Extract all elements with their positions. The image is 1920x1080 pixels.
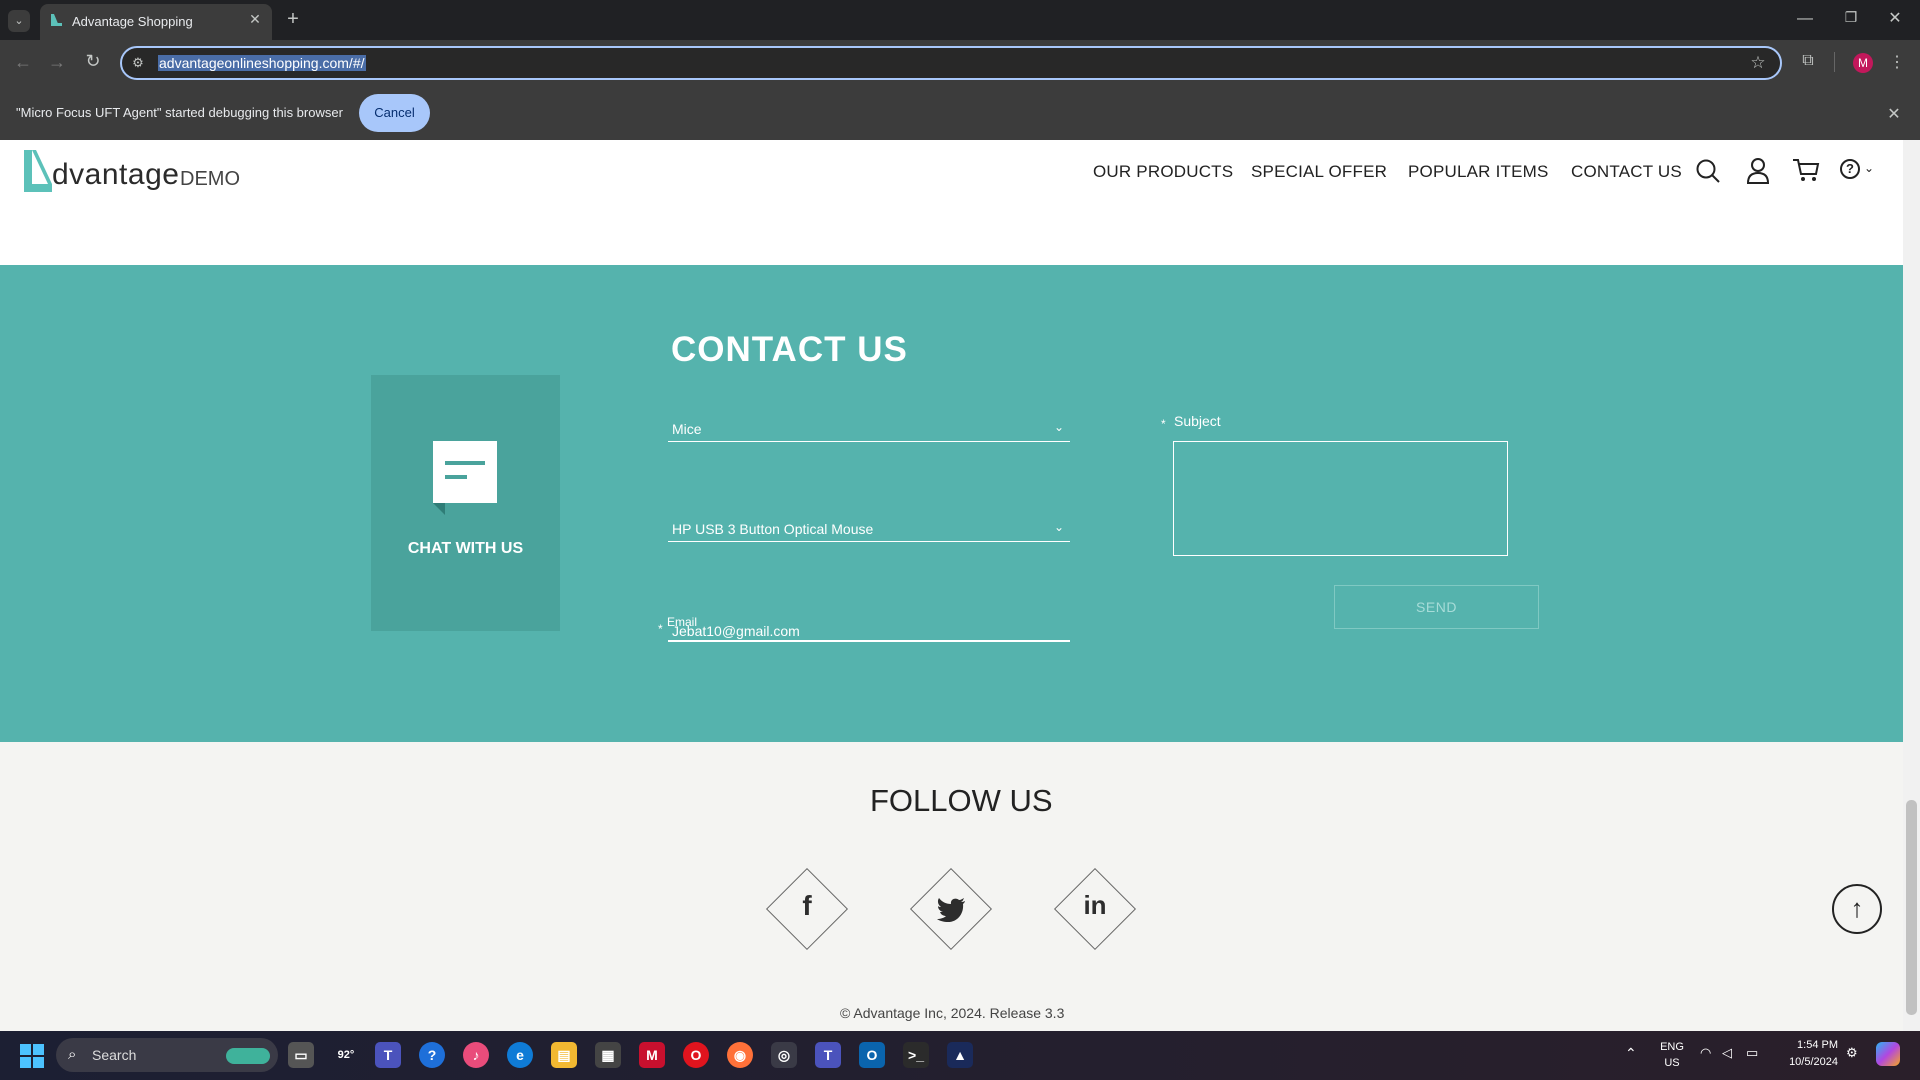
- chat-with-us-panel[interactable]: CHAT WITH US: [371, 375, 560, 631]
- search-icon[interactable]: [1695, 158, 1721, 189]
- task-view-icon[interactable]: ▭: [288, 1042, 314, 1068]
- clock-date[interactable]: 10/5/2024: [1772, 1056, 1838, 1068]
- chat-label: CHAT WITH US: [407, 540, 524, 557]
- store-icon[interactable]: ▦: [595, 1042, 621, 1068]
- chevron-down-icon: ⌄: [1054, 520, 1065, 534]
- nav-contact-us[interactable]: CONTACT US: [1571, 162, 1682, 182]
- forward-icon[interactable]: →: [46, 52, 68, 73]
- send-button[interactable]: SEND: [1334, 585, 1539, 629]
- help-chevron-down-icon[interactable]: ⌄: [1864, 161, 1874, 175]
- extensions-icon[interactable]: ⧉: [1798, 52, 1818, 70]
- bookmark-star-icon[interactable]: ☆: [1748, 53, 1768, 73]
- nav-popular-items[interactable]: POPULAR ITEMS: [1408, 162, 1549, 182]
- taskbar-search-box[interactable]: ⌕ Search: [56, 1038, 278, 1072]
- subject-label: Subject: [1174, 413, 1221, 429]
- category-select-value: Mice: [672, 421, 702, 437]
- web-page: dvantage DEMO OUR PRODUCTS SPECIAL OFFER…: [0, 140, 1903, 1031]
- contact-section: CONTACT US: [0, 265, 1903, 742]
- window-close-icon[interactable]: ✕: [1885, 8, 1905, 28]
- logo-icon[interactable]: [22, 148, 52, 194]
- site-info-icon[interactable]: ⚙: [130, 55, 146, 71]
- clock-time[interactable]: 1:54 PM: [1772, 1039, 1838, 1051]
- tab-search-icon[interactable]: ⌄: [8, 10, 30, 32]
- subject-textarea[interactable]: [1173, 441, 1508, 556]
- browser-menu-icon[interactable]: ⋮: [1888, 52, 1906, 72]
- battery-icon[interactable]: ▭: [1746, 1045, 1758, 1061]
- advantage-app-icon[interactable]: ▲: [947, 1042, 973, 1068]
- email-required-mark: *: [658, 622, 663, 636]
- chevron-down-icon: ⌄: [1054, 420, 1065, 434]
- nav-our-products[interactable]: OUR PRODUCTS: [1093, 162, 1233, 182]
- email-field-value[interactable]: Jebat10@gmail.com: [672, 623, 800, 639]
- profile-avatar[interactable]: M: [1853, 53, 1873, 73]
- search-icon: ⌕: [68, 1046, 77, 1063]
- follow-us-title: FOLLOW US: [870, 783, 1053, 818]
- browser-tab[interactable]: Advantage Shopping ✕: [40, 4, 272, 40]
- chrome-icon[interactable]: ◎: [771, 1042, 797, 1068]
- email-field[interactable]: Jebat10@gmail.com: [668, 618, 1070, 642]
- firefox-icon[interactable]: ◉: [727, 1042, 753, 1068]
- mcafee-icon[interactable]: M: [639, 1042, 665, 1068]
- facebook-icon: f: [802, 890, 812, 921]
- minimize-icon[interactable]: —: [1795, 10, 1815, 28]
- product-select-value: HP USB 3 Button Optical Mouse: [672, 521, 874, 537]
- outlook-icon[interactable]: O: [859, 1042, 885, 1068]
- back-icon[interactable]: ←: [12, 52, 34, 73]
- subject-required-mark: *: [1161, 417, 1166, 431]
- logo-text[interactable]: dvantage: [52, 158, 179, 192]
- scroll-to-top-button[interactable]: ↑: [1832, 884, 1882, 934]
- copilot-icon[interactable]: [1876, 1042, 1900, 1066]
- reload-icon[interactable]: ↻: [82, 51, 104, 72]
- windows-start-icon[interactable]: [20, 1044, 44, 1073]
- address-bar[interactable]: ⚙ advantageonlineshopping.com/#/ ☆: [120, 46, 1782, 80]
- notification-icon[interactable]: ⚙: [1846, 1045, 1858, 1061]
- opera-icon[interactable]: O: [683, 1042, 709, 1068]
- terminal-icon[interactable]: >_: [903, 1042, 929, 1068]
- scrollbar-thumb[interactable]: [1906, 800, 1917, 1015]
- twitter-icon: [936, 898, 966, 929]
- weather-temp: 92°: [337, 1049, 355, 1061]
- music-app-icon[interactable]: ♪: [463, 1042, 489, 1068]
- url-text[interactable]: advantageonlineshopping.com/#/: [158, 55, 366, 71]
- nav-special-offer[interactable]: SPECIAL OFFER: [1251, 162, 1387, 182]
- file-explorer-icon[interactable]: ▤: [551, 1042, 577, 1068]
- help-icon[interactable]: ?: [1840, 159, 1860, 179]
- linkedin-icon: in: [1083, 890, 1107, 920]
- restore-icon[interactable]: ❐: [1841, 9, 1861, 26]
- tab-close-icon[interactable]: ✕: [246, 11, 264, 28]
- infobar-cancel-button[interactable]: Cancel: [359, 94, 430, 132]
- weather-icon[interactable]: 92°: [333, 1042, 359, 1068]
- contact-title: CONTACT US: [671, 330, 908, 369]
- chat-bubble-icon: [431, 439, 499, 526]
- teams-new-icon[interactable]: T: [815, 1042, 841, 1068]
- copyright-text: © Advantage Inc, 2024. Release 3.3: [840, 1005, 1065, 1021]
- toolbar-divider: [1834, 52, 1835, 72]
- logo-demo-text: DEMO: [180, 168, 240, 190]
- infobar-message: "Micro Focus UFT Agent" started debuggin…: [16, 105, 343, 120]
- tray-chevron-up-icon[interactable]: ⌃: [1625, 1045, 1637, 1062]
- wifi-icon[interactable]: ◠: [1700, 1045, 1711, 1061]
- teams-icon[interactable]: T: [375, 1042, 401, 1068]
- help-app-icon[interactable]: ?: [419, 1042, 445, 1068]
- language-line2[interactable]: US: [1657, 1057, 1687, 1069]
- tab-title: Advantage Shopping: [72, 14, 193, 29]
- edge-icon[interactable]: e: [507, 1042, 533, 1068]
- search-highlight-icon: [226, 1048, 270, 1064]
- product-select[interactable]: HP USB 3 Button Optical Mouse ⌄: [668, 520, 1070, 542]
- new-tab-icon[interactable]: +: [282, 8, 304, 31]
- category-select[interactable]: Mice ⌄: [668, 420, 1070, 442]
- infobar-close-icon[interactable]: ✕: [1884, 104, 1904, 124]
- volume-icon[interactable]: ◁: [1722, 1045, 1732, 1061]
- user-icon[interactable]: [1746, 157, 1770, 190]
- cart-icon[interactable]: [1792, 158, 1820, 189]
- site-header: dvantage DEMO OUR PRODUCTS SPECIAL OFFER…: [0, 140, 1903, 265]
- language-line1[interactable]: ENG: [1657, 1041, 1687, 1053]
- taskbar-search-placeholder: Search: [92, 1047, 137, 1063]
- site-favicon-icon: [48, 12, 64, 28]
